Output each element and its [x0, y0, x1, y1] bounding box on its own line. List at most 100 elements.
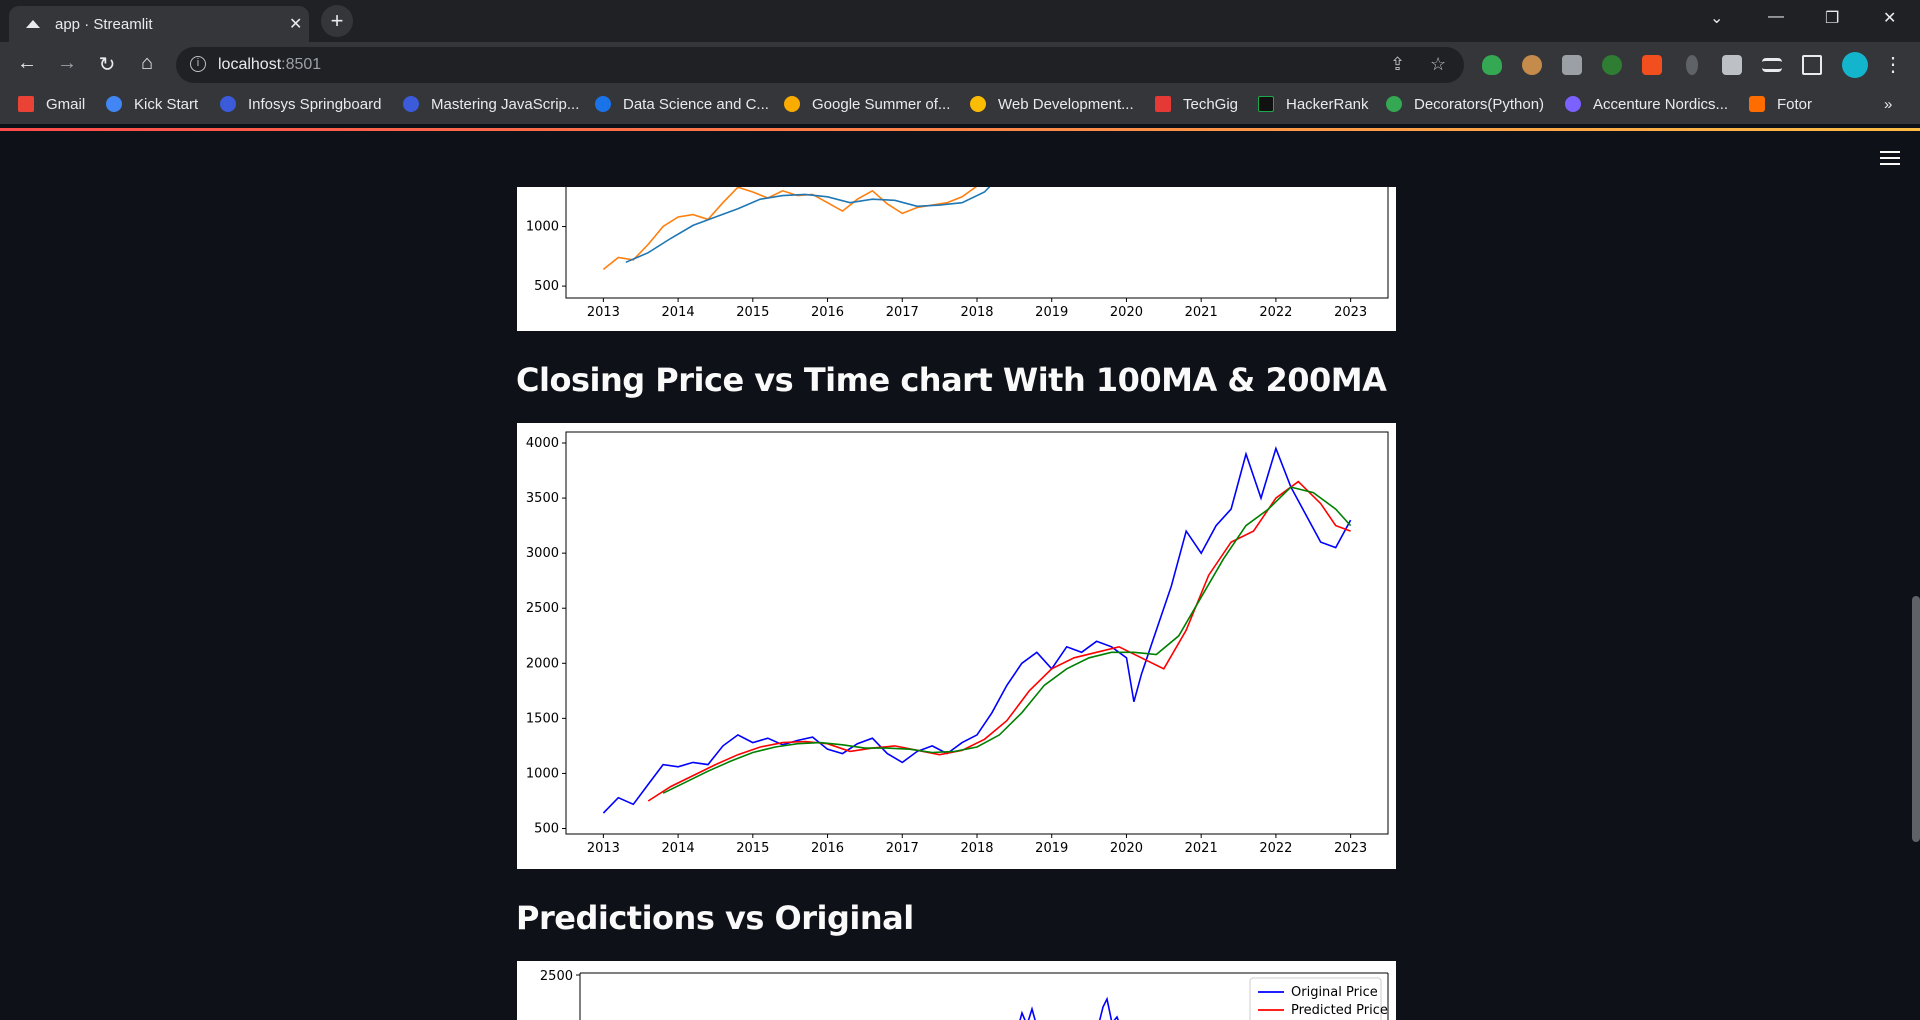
y-tick-label: 500	[534, 821, 559, 836]
x-tick-label: 2019	[1035, 305, 1068, 320]
plot-frame	[565, 431, 1389, 835]
bookmark-item[interactable]: Data Science and C...	[595, 96, 769, 113]
y-tick-label: 4000	[526, 436, 559, 451]
decorators-icon	[1386, 96, 1402, 112]
springboard-icon	[403, 96, 419, 112]
x-tick-label: 2022	[1259, 841, 1292, 856]
main-menu-icon[interactable]	[1880, 151, 1900, 169]
puzzle-extensions-icon[interactable]	[1722, 55, 1742, 75]
shield-extension-icon[interactable]	[1482, 55, 1502, 75]
x-tick-label: 2021	[1185, 305, 1218, 320]
share-icon[interactable]: ⇪	[1390, 54, 1405, 75]
web-dev-icon	[970, 96, 986, 112]
bookmark-item[interactable]: Google Summer of...	[784, 96, 950, 113]
y-tick-label: 2000	[526, 656, 559, 671]
image-extension-icon[interactable]	[1562, 55, 1582, 75]
address-bar[interactable]: i localhost:8501 ⇪ ☆	[176, 47, 1464, 83]
accenture-icon	[1565, 96, 1581, 112]
streamlit-app: 2013 2014 2015 2016 2017 2018 2019 2020 2021 2022…	[0, 131, 1920, 1020]
mic-extension-icon[interactable]	[1686, 55, 1698, 75]
tree-extension-icon[interactable]	[1602, 55, 1622, 75]
profile-avatar[interactable]	[1842, 52, 1868, 78]
glasses-extension-icon[interactable]	[1522, 55, 1542, 75]
site-info-icon[interactable]: i	[190, 56, 206, 72]
chart-predictions-vs-original: 2500 Original Price Predicted Price	[517, 961, 1396, 1020]
x-tick-label: 2013	[587, 305, 620, 320]
chart-svg: 2013 2014 2015 2016 2017 2018 2019 2020 2021 2022…	[526, 431, 1389, 856]
y-tick-label: 500	[534, 279, 559, 294]
chart-svg: 2013 2014 2015 2016 2017 2018 2019 2020 2021 2022…	[526, 160, 1389, 320]
series-line	[1098, 996, 1119, 1020]
x-tick-label: 2018	[960, 841, 993, 856]
bookmark-item[interactable]: Fotor	[1749, 96, 1812, 113]
y-tick-label: 3000	[526, 546, 559, 561]
restore-icon[interactable]: ❐	[1825, 8, 1839, 28]
chart-closing-ma100: 2013 2014 2015 2016 2017 2018 2019 2020 2021 2022…	[517, 160, 1396, 331]
hackerrank-icon	[1258, 96, 1274, 112]
home-icon[interactable]: ⌂	[134, 52, 160, 75]
figma-extension-icon[interactable]	[1642, 55, 1662, 75]
bookmark-item[interactable]: Decorators(Python)	[1386, 96, 1544, 113]
bookmarks-bar: Gmail Kick Start Infosys Springboard Mas…	[0, 88, 1920, 124]
y-tick-label: 2500	[526, 601, 559, 616]
forward-icon[interactable]: →	[54, 52, 80, 75]
bookmarks-overflow-icon[interactable]: »	[1884, 96, 1892, 113]
heading-ma-chart: Closing Price vs Time chart With 100MA &…	[516, 361, 1387, 399]
x-tick-label: 2017	[886, 305, 919, 320]
bookmark-item[interactable]: Infosys Springboard	[220, 96, 381, 113]
close-window-icon[interactable]: ✕	[1883, 8, 1896, 28]
x-tick-label: 2023	[1334, 305, 1367, 320]
side-panel-icon[interactable]	[1802, 55, 1822, 75]
x-tick-label: 2020	[1110, 305, 1143, 320]
page-scrollbar[interactable]	[1912, 596, 1920, 842]
menu-kebab-icon[interactable]: ⋮	[1880, 52, 1906, 77]
gmail-icon	[18, 96, 34, 112]
chart-svg: 2500 Original Price Predicted Price	[540, 969, 1389, 1020]
series-line	[625, 175, 1000, 264]
minimize-icon[interactable]: —	[1768, 8, 1784, 26]
tab-search-icon[interactable]: ⌄	[1710, 8, 1723, 28]
plot-frame	[565, 166, 1389, 299]
series-line	[662, 486, 1352, 794]
tab-close-icon[interactable]: ✕	[289, 14, 302, 34]
x-tick-label: 2019	[1035, 841, 1068, 856]
x-tick-label: 2022	[1259, 305, 1292, 320]
y-tick-label: 2500	[540, 969, 573, 984]
streamlit-logo-icon	[26, 20, 40, 28]
tab-streamlit[interactable]: app · Streamlit ✕	[9, 6, 309, 42]
series-line	[1019, 1006, 1036, 1020]
bookmark-item[interactable]: Kick Start	[106, 96, 198, 113]
y-tick-label: 3500	[526, 491, 559, 506]
bookmark-item[interactable]: Accenture Nordics...	[1565, 96, 1728, 113]
gsoc-icon	[784, 96, 800, 112]
new-tab-button[interactable]: +	[321, 5, 353, 37]
media-control-icon[interactable]	[1762, 58, 1782, 72]
bookmark-item[interactable]: Gmail	[18, 96, 85, 113]
series-line	[602, 446, 1352, 814]
reload-icon[interactable]: ↻	[94, 52, 120, 77]
back-icon[interactable]: ←	[14, 52, 40, 75]
bookmark-item[interactable]: TechGig	[1155, 96, 1238, 113]
url-text[interactable]: localhost:8501	[218, 56, 321, 74]
fotor-icon	[1749, 96, 1765, 112]
techgig-icon	[1155, 96, 1171, 112]
x-tick-label: 2014	[662, 305, 695, 320]
bookmark-item[interactable]: Mastering JavaScrip...	[403, 96, 579, 113]
x-tick-label: 2015	[736, 841, 769, 856]
legend-label: Predicted Price	[1291, 1003, 1388, 1018]
y-tick-label: 1000	[526, 220, 559, 235]
tab-title: app · Streamlit	[55, 16, 153, 33]
x-tick-label: 2014	[662, 841, 695, 856]
y-tick-label: 1000	[526, 766, 559, 781]
x-tick-label: 2020	[1110, 841, 1143, 856]
springboard-icon	[220, 96, 236, 112]
chart-closing-ma100-ma200: 2013 2014 2015 2016 2017 2018 2019 2020 2021 2022…	[517, 423, 1396, 869]
bookmark-item[interactable]: Web Development...	[970, 96, 1134, 113]
series-line	[602, 172, 993, 271]
bookmark-star-icon[interactable]: ☆	[1430, 54, 1446, 75]
x-tick-label: 2023	[1334, 841, 1367, 856]
bookmark-item[interactable]: HackerRank	[1258, 96, 1369, 113]
x-tick-label: 2013	[587, 841, 620, 856]
x-tick-label: 2016	[811, 841, 844, 856]
x-tick-label: 2018	[960, 305, 993, 320]
